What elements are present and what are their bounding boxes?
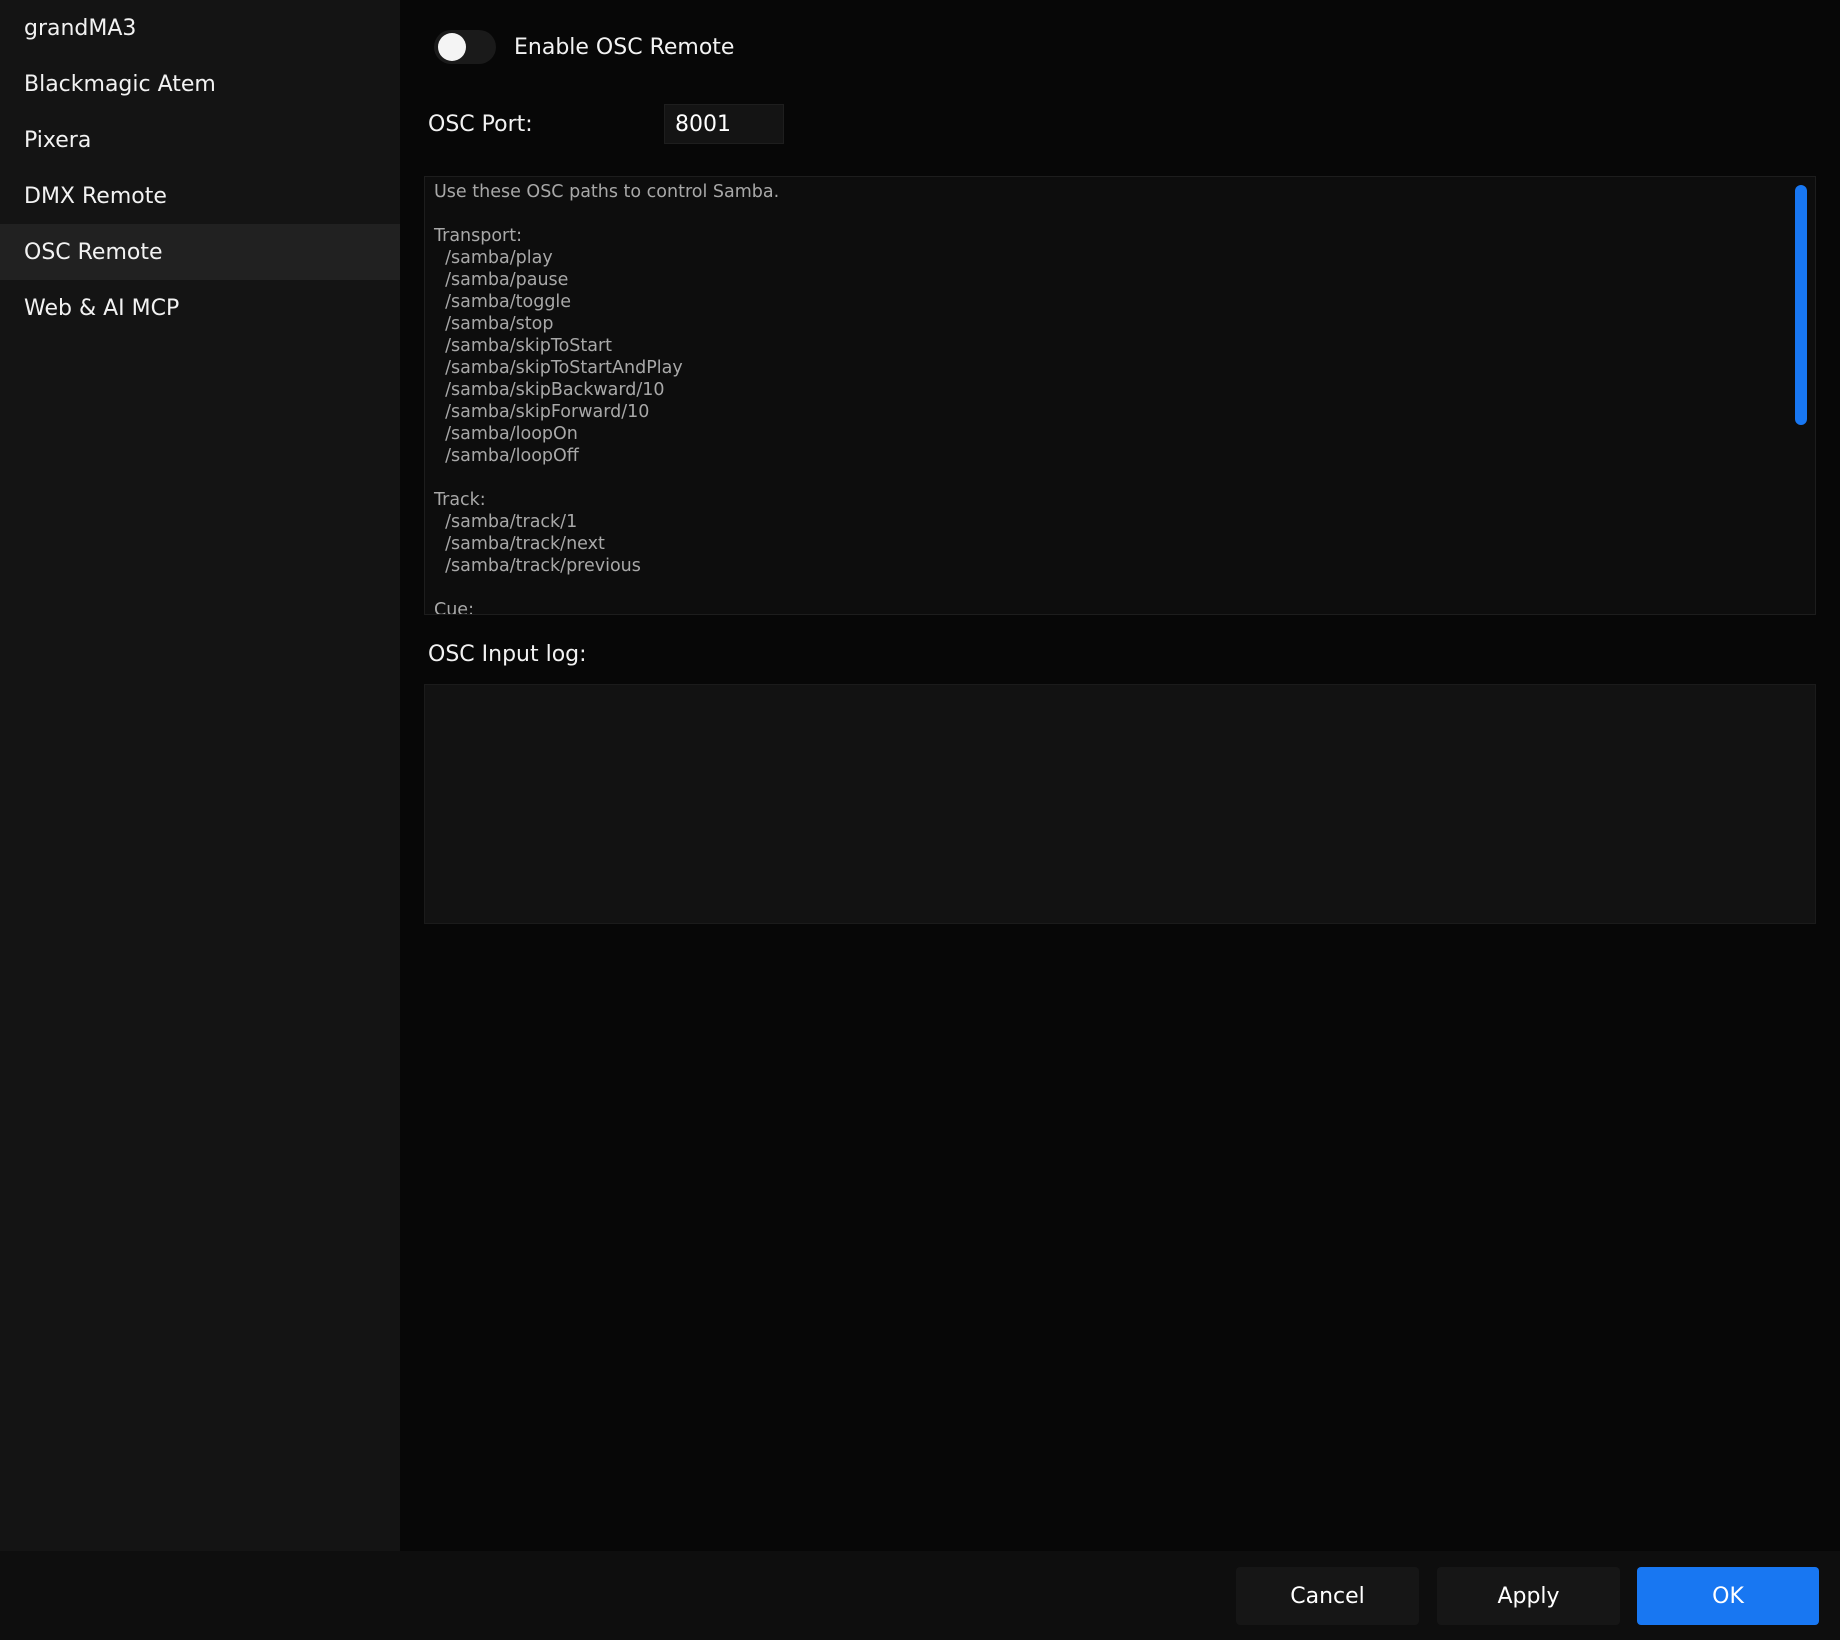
help-scrollbar[interactable] — [1795, 185, 1807, 425]
enable-osc-toggle[interactable] — [434, 30, 496, 64]
cancel-button[interactable]: Cancel — [1236, 1567, 1419, 1625]
sidebar: grandMA3 Blackmagic Atem Pixera DMX Remo… — [0, 0, 400, 1551]
sidebar-item-label: DMX Remote — [24, 183, 167, 209]
sidebar-item-label: Blackmagic Atem — [24, 71, 216, 97]
settings-window: grandMA3 Blackmagic Atem Pixera DMX Remo… — [0, 0, 1840, 1640]
enable-osc-label: Enable OSC Remote — [514, 34, 735, 60]
ok-button[interactable]: OK — [1637, 1567, 1819, 1625]
sidebar-item-blackmagic-atem[interactable]: Blackmagic Atem — [0, 56, 400, 112]
sidebar-item-dmx-remote[interactable]: DMX Remote — [0, 168, 400, 224]
sidebar-item-pixera[interactable]: Pixera — [0, 112, 400, 168]
osc-input-log-label: OSC Input log: — [428, 642, 587, 667]
osc-port-input[interactable] — [664, 104, 784, 144]
sidebar-item-web-ai-mcp[interactable]: Web & AI MCP — [0, 280, 400, 336]
dialog-footer: Cancel Apply OK — [0, 1551, 1840, 1640]
osc-paths-text: Use these OSC paths to control Samba. Tr… — [434, 182, 780, 615]
sidebar-item-label: Web & AI MCP — [24, 295, 180, 321]
sidebar-item-label: grandMA3 — [24, 15, 137, 41]
toggle-knob — [438, 33, 466, 61]
sidebar-item-label: Pixera — [24, 127, 92, 153]
enable-osc-row: Enable OSC Remote — [434, 30, 734, 64]
osc-input-log[interactable] — [424, 684, 1816, 924]
apply-button[interactable]: Apply — [1437, 1567, 1620, 1625]
osc-remote-panel: Enable OSC Remote OSC Port: Use these OS… — [400, 0, 1840, 1551]
sidebar-item-osc-remote[interactable]: OSC Remote — [0, 224, 400, 280]
osc-port-label: OSC Port: — [428, 112, 533, 137]
sidebar-item-grandma3[interactable]: grandMA3 — [0, 0, 400, 56]
sidebar-item-label: OSC Remote — [24, 239, 163, 265]
osc-paths-help[interactable]: Use these OSC paths to control Samba. Tr… — [424, 176, 1816, 615]
